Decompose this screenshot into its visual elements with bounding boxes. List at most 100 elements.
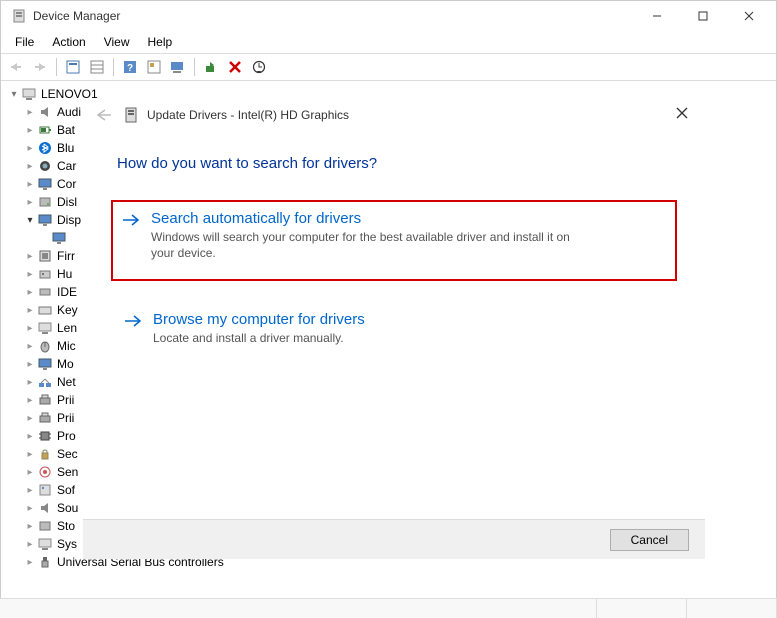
expand-icon[interactable]: ▾ <box>23 215 37 226</box>
option-browse-computer[interactable]: Browse my computer for drivers Locate an… <box>113 301 675 358</box>
menu-help[interactable]: Help <box>140 33 181 51</box>
system-icon <box>37 536 53 552</box>
arrow-icon <box>123 313 143 346</box>
option-search-automatically[interactable]: Search automatically for drivers Windows… <box>111 200 677 281</box>
maximize-button[interactable] <box>680 1 726 31</box>
forward-button[interactable] <box>29 57 51 77</box>
monitor-icon <box>37 356 53 372</box>
toolbar: ? <box>1 53 776 81</box>
option1-title: Search automatically for drivers <box>151 210 581 227</box>
camera-icon <box>37 158 53 174</box>
tree-item-label: Car <box>57 159 76 173</box>
expand-icon[interactable]: ▸ <box>23 125 37 136</box>
expand-icon[interactable]: ▸ <box>23 107 37 118</box>
usb-icon <box>37 554 53 570</box>
expand-icon[interactable]: ▸ <box>23 377 37 388</box>
bluetooth-icon <box>37 140 53 156</box>
expand-icon[interactable]: ▸ <box>23 359 37 370</box>
expand-icon[interactable]: ▸ <box>23 161 37 172</box>
expand-icon[interactable]: ▸ <box>23 197 37 208</box>
monitor-icon <box>37 176 53 192</box>
dialog-title: Update Drivers - Intel(R) HD Graphics <box>147 108 349 122</box>
expand-icon[interactable]: ▸ <box>23 341 37 352</box>
sound-icon <box>37 500 53 516</box>
expand-icon[interactable]: ▸ <box>23 305 37 316</box>
expand-icon[interactable]: ▸ <box>23 143 37 154</box>
option2-title: Browse my computer for drivers <box>153 311 365 328</box>
tree-item-label: Firr <box>57 249 75 263</box>
uninstall-button[interactable] <box>224 57 246 77</box>
window-titlebar: Device Manager <box>1 1 776 31</box>
help-button[interactable]: ? <box>119 57 141 77</box>
status-bar <box>0 598 777 618</box>
tree-item-label: Cor <box>57 177 76 191</box>
expand-icon[interactable]: ▸ <box>23 395 37 406</box>
keyboard-icon <box>37 302 53 318</box>
tree-item-label: Sys <box>57 537 77 551</box>
expand-icon[interactable]: ▸ <box>23 485 37 496</box>
display-icon <box>37 212 53 228</box>
list-view-button[interactable] <box>86 57 108 77</box>
tree-item-label: Mo <box>57 357 74 371</box>
expand-icon[interactable]: ▸ <box>23 503 37 514</box>
properties-button[interactable] <box>62 57 84 77</box>
expand-icon[interactable]: ▸ <box>23 323 37 334</box>
print-icon <box>37 392 53 408</box>
close-button[interactable] <box>726 1 772 31</box>
expand-icon[interactable]: ▸ <box>23 431 37 442</box>
tree-item-label: Disp <box>57 213 81 227</box>
sensor-icon <box>37 464 53 480</box>
expand-icon[interactable]: ▸ <box>23 521 37 532</box>
update-driver-dialog: Update Drivers - Intel(R) HD Graphics Ho… <box>83 99 705 559</box>
tree-item-label: IDE <box>57 285 77 299</box>
tree-item-label: Prii <box>57 411 74 425</box>
dialog-close-button[interactable] <box>667 101 697 125</box>
expand-icon[interactable]: ▸ <box>23 449 37 460</box>
back-button[interactable] <box>5 57 27 77</box>
audio-icon <box>37 104 53 120</box>
storage-icon <box>37 518 53 534</box>
collapse-icon[interactable]: ▾ <box>7 89 21 100</box>
show-hidden-button[interactable] <box>143 57 165 77</box>
tree-item-label: Sto <box>57 519 75 533</box>
update-driver-button[interactable] <box>167 57 189 77</box>
tree-item-label: Len <box>57 321 77 335</box>
cancel-button[interactable]: Cancel <box>610 529 689 551</box>
tree-item-label: Sou <box>57 501 78 515</box>
tree-item-label: Disl <box>57 195 77 209</box>
expand-icon[interactable]: ▸ <box>23 179 37 190</box>
tree-item-label: Sec <box>57 447 78 461</box>
expand-icon[interactable]: ▸ <box>23 251 37 262</box>
minimize-button[interactable] <box>634 1 680 31</box>
menu-file[interactable]: File <box>7 33 42 51</box>
device-icon <box>123 107 139 123</box>
expand-icon[interactable]: ▸ <box>23 467 37 478</box>
enable-device-button[interactable] <box>200 57 222 77</box>
tree-item-label: Key <box>57 303 78 317</box>
tree-item-label: Hu <box>57 267 72 281</box>
expand-icon[interactable]: ▸ <box>23 269 37 280</box>
display-icon <box>51 230 67 246</box>
tree-item-label: Sen <box>57 465 78 479</box>
menu-action[interactable]: Action <box>44 33 93 51</box>
scan-hardware-button[interactable] <box>248 57 270 77</box>
svg-text:?: ? <box>127 63 133 74</box>
computer-icon <box>21 86 37 102</box>
app-icon <box>11 8 27 24</box>
security-icon <box>37 446 53 462</box>
mouse-icon <box>37 338 53 354</box>
tree-item-label: Mic <box>57 339 76 353</box>
system-icon <box>37 320 53 336</box>
tree-item-label: Pro <box>57 429 76 443</box>
expand-icon[interactable]: ▸ <box>23 413 37 424</box>
network-icon <box>37 374 53 390</box>
tree-item-label: Sof <box>57 483 75 497</box>
print-icon <box>37 410 53 426</box>
expand-icon[interactable]: ▸ <box>23 557 37 568</box>
dialog-back-button[interactable] <box>93 107 113 123</box>
option1-desc: Windows will search your computer for th… <box>151 229 581 261</box>
expand-icon[interactable]: ▸ <box>23 539 37 550</box>
expand-icon[interactable]: ▸ <box>23 287 37 298</box>
hid-icon <box>37 266 53 282</box>
menu-view[interactable]: View <box>96 33 138 51</box>
